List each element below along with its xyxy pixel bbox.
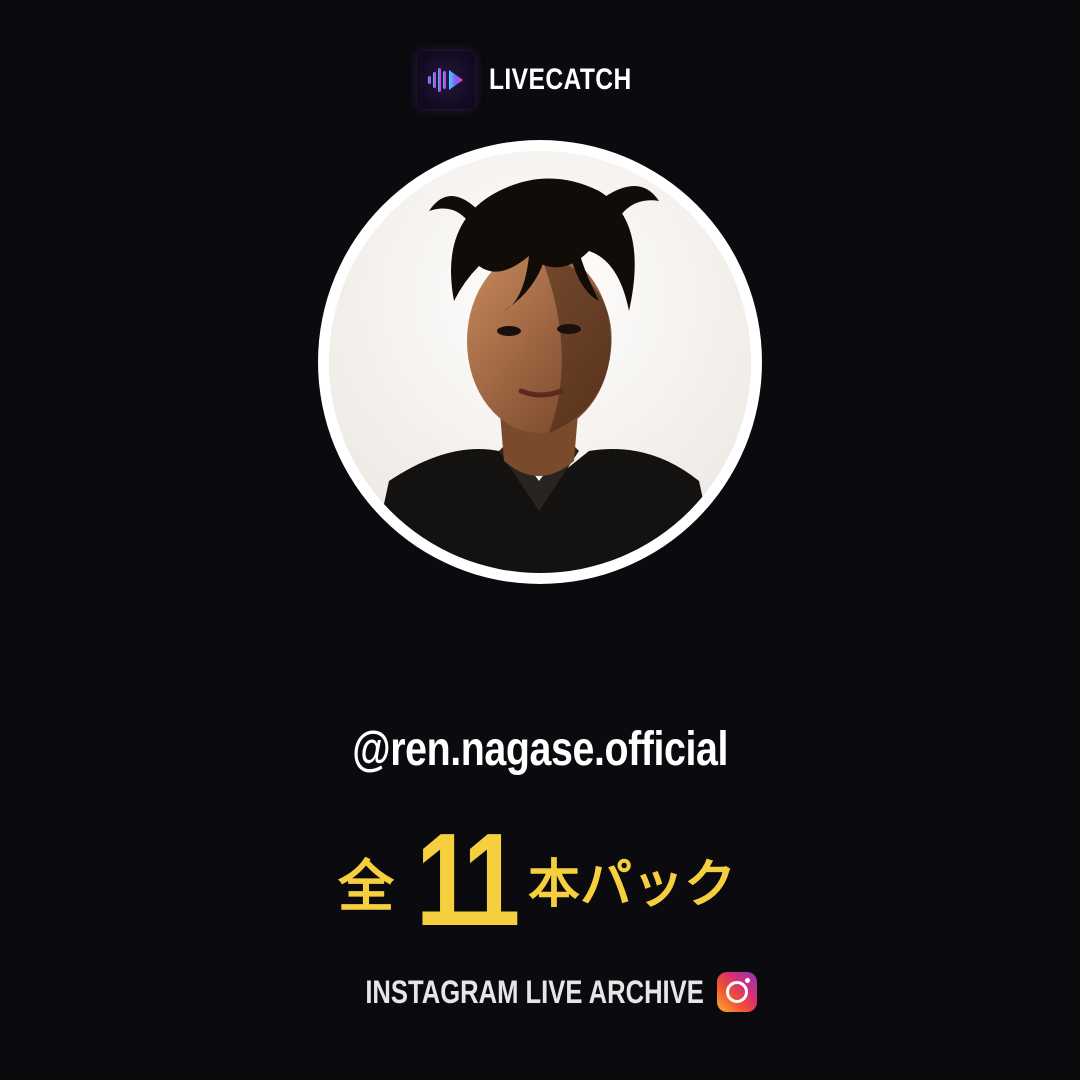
footer: INSTAGRAM LIVE ARCHIVE xyxy=(0,968,1080,1016)
brand-header: LIVECATCH xyxy=(0,50,1080,110)
waveform-play-icon xyxy=(417,51,476,109)
instagram-icon xyxy=(716,972,757,1012)
avatar xyxy=(329,151,751,573)
profile-handle: @ren.nagase.official xyxy=(0,722,1080,777)
handle-text: @ren.nagase.official xyxy=(352,723,728,776)
brand-name: LIVECATCH xyxy=(489,63,632,96)
pack-count: 全 11 本パック xyxy=(0,806,1080,958)
pack-number: 11 xyxy=(416,806,520,953)
footer-label: INSTAGRAM LIVE ARCHIVE xyxy=(365,973,705,1010)
promo-card: LIVECATCH @ren.nagase.official 全 11 本パック… xyxy=(0,0,1080,1080)
pack-prefix: 全 xyxy=(338,855,394,920)
avatar-ring xyxy=(318,140,762,584)
pack-suffix: 本パック xyxy=(528,855,737,915)
